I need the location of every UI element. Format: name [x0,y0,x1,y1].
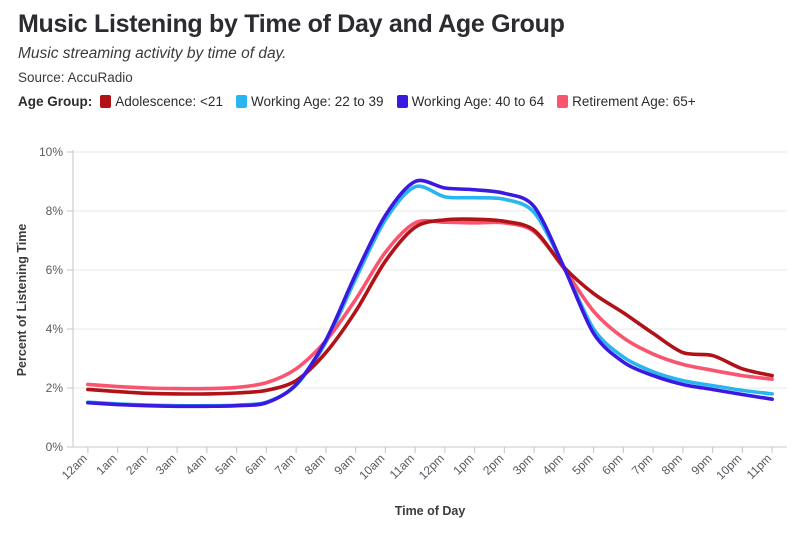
x-tick-label: 8am [302,451,328,477]
x-tick-label: 4pm [540,451,566,477]
chart-container: Music Listening by Time of Day and Age G… [0,0,800,541]
legend-item-label: Working Age: 22 to 39 [250,94,384,110]
x-tick-label: 9pm [688,451,714,477]
legend-swatch-icon [235,95,247,109]
x-axis: 12am 1am 2am 3am 4am 5am 6am 7am 8am 9am10am 11am1… [59,446,787,482]
legend-swatch-icon [100,95,112,109]
y-tick-label: 6% [46,263,64,277]
x-tick-label: 1am [93,451,119,477]
chart-source: Source: AccuRadio [18,69,133,85]
legend-swatch-icon [557,95,569,109]
y-tick-label: 8% [46,204,64,218]
x-tick-label: 10am [356,451,387,482]
plot-area: 0% 2% 4% 6% 8% 10% 12am 1am 2am 3am 4am 5am 6am 7am 8… [0,140,800,541]
x-tick-label: 5pm [569,451,595,477]
x-tick-label: 11pm [744,451,775,482]
legend-title: Age Group: [18,94,93,110]
line-chart-svg: 0%2%4%6%8%10% 12am 1am 2am 3am 4am 5am 6am 7am 8… [15,145,787,518]
legend-item-retirement[interactable]: Retirement Age: 65+ [557,94,696,110]
x-tick-label: 5am [212,451,238,477]
x-tick-label: 7pm [629,451,655,477]
x-axis-title: Time of Day [395,504,466,518]
x-tick-label: 7am [272,451,298,477]
y-tick-label: 2% [46,381,64,395]
y-tick-label: 10% [39,145,63,159]
legend-item-label: Retirement Age: 65+ [572,94,696,110]
x-tick-label: 2am [123,451,149,477]
x-tick-label: 8pm [659,451,685,477]
y-axis-title: Percent of Listening Time [15,224,29,377]
x-tick-label: 10pm [713,451,744,482]
legend-item-working-40-64[interactable]: Working Age: 40 to 64 [396,94,545,110]
page-title: Music Listening by Time of Day and Age G… [18,10,565,38]
chart-header: Music Listening by Time of Day and Age G… [0,0,800,85]
x-tick-label: 12am [59,451,90,482]
y-axis: 0% 2% 4% 6% 8% 10% [39,145,74,454]
series-line [86,217,774,396]
legend-item-adolescence[interactable]: Adolescence: <21 [100,94,223,109]
x-tick-label: 11am [387,451,418,482]
x-tick-label: 2pm [480,451,506,477]
x-tick-label: 3pm [510,451,536,477]
x-tick-label: 9am [331,451,357,477]
gridlines [73,151,787,448]
x-tick-label: 12pm [416,451,447,482]
x-tick-label: 6pm [599,451,625,477]
legend-item-working-22-39[interactable]: Working Age: 22 to 39 [235,94,384,110]
chart-legend: Age Group: Adolescence: <21 Working Age:… [0,94,800,109]
x-tick-label: 3am [153,451,179,477]
series-line [86,218,774,391]
chart-subtitle: Music streaming activity by time of day. [18,44,287,62]
x-tick-label: 1pm [450,451,476,477]
legend-item-label: Adolescence: <21 [115,94,223,110]
legend-swatch-icon [396,95,408,109]
y-tick-label: 4% [46,322,64,336]
legend-item-label: Working Age: 40 to 64 [411,94,545,110]
series-lines [86,178,774,409]
series-line [86,178,774,409]
x-tick-label: 6am [242,451,268,477]
y-tick-label: 0% [46,440,64,454]
x-tick-label: 4am [183,451,209,477]
